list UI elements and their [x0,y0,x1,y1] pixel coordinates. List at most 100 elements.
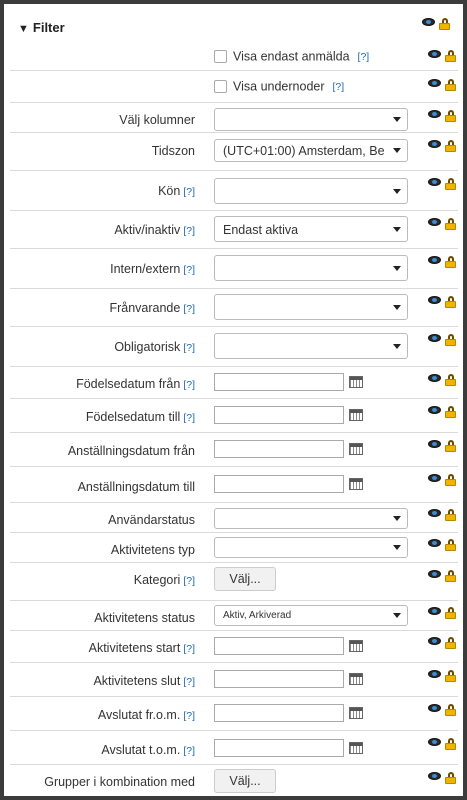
calendar-icon[interactable] [349,443,363,455]
help-link[interactable]: [?] [333,81,345,93]
kategori-label: Kategori [133,573,181,587]
help-link[interactable]: [?] [183,186,195,198]
lock-icon[interactable] [445,140,457,152]
help-link[interactable]: [?] [183,379,195,391]
eye-icon[interactable] [428,140,441,148]
help-link[interactable]: [?] [183,710,195,722]
lock-icon[interactable] [445,704,457,716]
aktiv-inaktiv-select[interactable]: Endast aktiva [214,216,408,242]
aktivitetens-start-input[interactable] [214,637,344,655]
visa-undernoder-label: Visa undernoder [233,79,325,94]
eye-icon[interactable] [428,218,441,226]
help-link[interactable]: [?] [183,643,195,655]
help-link[interactable]: [?] [183,264,195,276]
chevron-down-icon [393,545,401,550]
lock-icon[interactable] [445,256,457,268]
lock-icon[interactable] [445,374,457,386]
avslutat-from-input[interactable] [214,704,344,722]
eye-icon[interactable] [428,406,441,414]
help-link[interactable]: [?] [183,412,195,424]
anstallningsdatum-till-input[interactable] [214,475,344,493]
fodelsedatum-till-input[interactable] [214,406,344,424]
calendar-icon[interactable] [349,376,363,388]
lock-icon[interactable] [445,296,457,308]
help-link[interactable]: [?] [183,303,195,315]
lock-icon[interactable] [445,539,457,551]
help-link[interactable]: [?] [183,225,195,237]
calendar-icon[interactable] [349,707,363,719]
aktivitetens-status-select[interactable]: Aktiv, Arkiverad [214,605,408,626]
help-link[interactable]: [?] [183,676,195,688]
visa-undernoder-checkbox[interactable] [214,80,227,94]
anstallningsdatum-fran-input[interactable] [214,440,344,458]
aktivitetens-slut-input[interactable] [214,670,344,688]
anvandarstatus-select[interactable] [214,508,408,529]
row-icons [428,176,460,190]
aktivitetens-typ-select[interactable] [214,537,408,558]
lock-icon[interactable] [445,50,457,62]
valj-kolumner-select[interactable] [214,108,408,131]
lock-icon[interactable] [445,178,457,190]
tidszon-label: Tidszon [151,144,195,158]
eye-icon[interactable] [428,509,441,517]
calendar-icon[interactable] [349,742,363,754]
filter-header: ▼ Filter [18,20,65,35]
eye-icon[interactable] [428,607,441,615]
lock-icon[interactable] [445,474,457,486]
lock-icon[interactable] [445,570,457,582]
lock-icon[interactable] [445,218,457,230]
chevron-down-icon [393,305,401,310]
eye-icon[interactable] [428,178,441,186]
tidszon-select[interactable]: (UTC+01:00) Amsterdam, Be [214,139,408,162]
eye-icon[interactable] [428,772,441,780]
lock-icon[interactable] [445,110,457,122]
lock-icon[interactable] [445,738,457,750]
chevron-down-icon [393,227,401,232]
eye-icon[interactable] [428,704,441,712]
calendar-icon[interactable] [349,409,363,421]
lock-icon[interactable] [445,406,457,418]
eye-icon[interactable] [428,637,441,645]
eye-icon[interactable] [428,296,441,304]
eye-icon[interactable] [428,474,441,482]
row-icons [428,404,460,418]
eye-icon[interactable] [428,256,441,264]
eye-icon[interactable] [428,50,441,58]
calendar-icon[interactable] [349,640,363,652]
eye-icon[interactable] [428,374,441,382]
eye-icon[interactable] [428,110,441,118]
lock-icon[interactable] [439,18,451,30]
avslutat-tom-input[interactable] [214,739,344,757]
visa-endast-anmalda-checkbox[interactable] [214,50,227,64]
help-link[interactable]: [?] [183,575,195,587]
help-link[interactable]: [?] [183,342,195,354]
lock-icon[interactable] [445,670,457,682]
obligatorisk-select[interactable] [214,333,408,359]
eye-icon[interactable] [428,334,441,342]
eye-icon[interactable] [428,670,441,678]
kategori-valj-button[interactable]: Välj... [214,567,276,591]
calendar-icon[interactable] [349,673,363,685]
lock-icon[interactable] [445,607,457,619]
grupper-valj-button[interactable]: Välj... [214,769,276,793]
intern-extern-select[interactable] [214,255,408,281]
eye-icon[interactable] [428,738,441,746]
lock-icon[interactable] [445,772,457,784]
eye-icon[interactable] [428,79,441,87]
lock-icon[interactable] [445,79,457,91]
eye-icon[interactable] [422,18,435,26]
lock-icon[interactable] [445,440,457,452]
filter-title: Filter [32,20,65,35]
lock-icon[interactable] [445,509,457,521]
kon-select[interactable] [214,178,408,204]
lock-icon[interactable] [445,637,457,649]
eye-icon[interactable] [428,440,441,448]
help-link[interactable]: [?] [183,745,195,757]
fodelsedatum-fran-input[interactable] [214,373,344,391]
eye-icon[interactable] [428,570,441,578]
calendar-icon[interactable] [349,478,363,490]
franvarande-select[interactable] [214,294,408,320]
lock-icon[interactable] [445,334,457,346]
eye-icon[interactable] [428,539,441,547]
help-link[interactable]: [?] [358,51,370,63]
